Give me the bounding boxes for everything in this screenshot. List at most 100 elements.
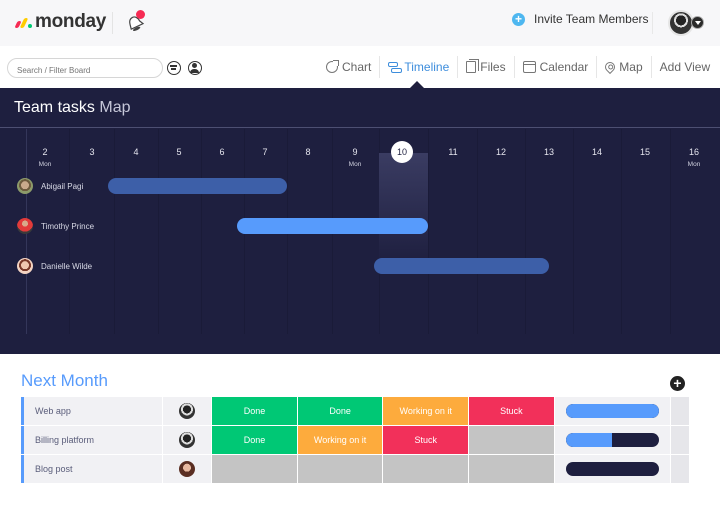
item-name[interactable]: Billing platform (21, 426, 164, 454)
day-number: 12 (495, 147, 506, 157)
avatar (179, 461, 196, 477)
person-name: Timothy Prince (41, 221, 95, 231)
panel-title: Team tasks Map (14, 99, 131, 117)
day-label[interactable]: 5 (159, 147, 199, 161)
panel-title-main: Team tasks (14, 99, 95, 116)
item-name[interactable]: Blog post (21, 455, 164, 483)
empty-cell (671, 397, 690, 425)
day-label[interactable]: 6 (202, 147, 242, 161)
search-input[interactable] (7, 58, 163, 78)
owner-cell[interactable] (163, 397, 213, 425)
day-label[interactable]: 4 (116, 147, 156, 161)
plus-circle-icon: + (512, 12, 525, 26)
day-label[interactable]: 10 (382, 141, 422, 167)
day-number: 6 (219, 147, 225, 157)
day-label[interactable]: 16 Mon (674, 147, 714, 168)
day-number: 11 (448, 147, 458, 157)
status-cell[interactable] (297, 455, 384, 483)
progress-bar (565, 433, 659, 447)
avatar (17, 218, 33, 234)
owner-cell[interactable] (163, 426, 213, 454)
gridline (525, 129, 526, 334)
table-row: Web app Done Done Working on it Stuck (21, 397, 690, 425)
day-number: 15 (639, 147, 650, 157)
day-number: 4 (133, 147, 139, 157)
tab-label: Chart (342, 60, 372, 74)
chevron-down-icon[interactable] (691, 16, 704, 29)
day-label[interactable]: 2 Mon (25, 147, 65, 168)
filter-icon[interactable] (167, 61, 181, 75)
status-cell[interactable]: Working on it (297, 426, 384, 454)
status-cell[interactable]: Done (297, 397, 384, 425)
day-number: 8 (305, 147, 311, 157)
owner-cell[interactable] (163, 455, 213, 483)
divider (652, 12, 653, 34)
tab-label: Files (480, 60, 506, 74)
tab-map[interactable]: Map (597, 56, 652, 78)
day-number: 16 (688, 147, 699, 157)
timeline-person[interactable]: Danielle Wilde (17, 258, 92, 274)
status-cell[interactable]: Working on it (383, 397, 470, 425)
plus-circle-icon[interactable]: + (670, 376, 685, 391)
day-number: 7 (262, 147, 268, 157)
day-label[interactable]: 8 (288, 147, 328, 161)
tab-label: Timeline (404, 60, 450, 74)
status-cell[interactable] (469, 455, 555, 483)
day-of-week: Mon (38, 161, 52, 168)
avatar (17, 258, 33, 274)
timeline-grid: 2 Mon 3 4 5 6 7 8 9 Mon 10 11 12 13 14 15 16 Mon Abigail P… (0, 129, 720, 334)
monday-logo[interactable]: monday (14, 11, 106, 33)
tab-files[interactable]: Files (458, 56, 515, 78)
status-cell[interactable]: Done (212, 426, 298, 454)
day-label[interactable]: 7 (245, 147, 285, 161)
empty-cell (671, 426, 690, 454)
status-cell[interactable] (383, 455, 470, 483)
tab-label: Add View (659, 60, 711, 74)
empty-cell (671, 455, 690, 483)
timeline-bar[interactable] (237, 218, 428, 234)
invite-team-members-button[interactable]: + Invite Team Members (512, 12, 649, 26)
timeline-person[interactable]: Abigail Pagi (17, 178, 83, 194)
status-cell[interactable] (212, 455, 298, 483)
timeline-bar[interactable] (374, 258, 549, 274)
timeline-person[interactable]: Timothy Prince (17, 218, 94, 234)
active-tab-pointer (410, 81, 424, 88)
status-cell[interactable]: Stuck (383, 426, 470, 454)
day-number: 3 (89, 147, 95, 157)
tab-timeline[interactable]: Timeline (380, 56, 459, 78)
tab-chart[interactable]: Chart (318, 56, 381, 78)
add-view-button[interactable]: Add View (652, 56, 718, 78)
logo-mark-icon (14, 15, 32, 29)
progress-bar (565, 404, 659, 418)
day-label[interactable]: 3 (72, 147, 112, 161)
day-label[interactable]: 15 (625, 147, 665, 161)
status-cell[interactable]: Done (212, 397, 298, 425)
day-label[interactable]: 13 (529, 147, 569, 161)
day-number: 14 (591, 147, 602, 157)
tab-calendar[interactable]: Calendar (515, 56, 598, 78)
day-number: 13 (543, 147, 554, 157)
gridline (573, 129, 574, 334)
progress-fill (565, 404, 659, 418)
day-number: 2 (42, 147, 48, 157)
status-cell[interactable]: Stuck (469, 397, 555, 425)
gridline (114, 129, 115, 334)
progress-cell (554, 455, 672, 483)
calendar-icon (522, 61, 536, 73)
day-label[interactable]: 11 (433, 147, 473, 161)
day-label[interactable]: 14 (577, 147, 617, 161)
day-label[interactable]: 12 (481, 147, 521, 161)
day-number: 9 (352, 147, 358, 157)
progress-fill (565, 433, 613, 447)
group-title[interactable]: Next Month (21, 371, 108, 391)
panel-title-sub: Map (99, 99, 131, 116)
day-label[interactable]: 9 Mon (335, 147, 375, 168)
status-cell[interactable] (469, 426, 555, 454)
pie-chart-icon (326, 60, 339, 73)
item-name[interactable]: Web app (21, 397, 164, 425)
timeline-bar[interactable] (108, 178, 287, 194)
day-of-week: Mon (348, 161, 362, 168)
avatar (17, 178, 33, 194)
person-icon[interactable] (188, 61, 202, 75)
gridline (670, 129, 671, 334)
